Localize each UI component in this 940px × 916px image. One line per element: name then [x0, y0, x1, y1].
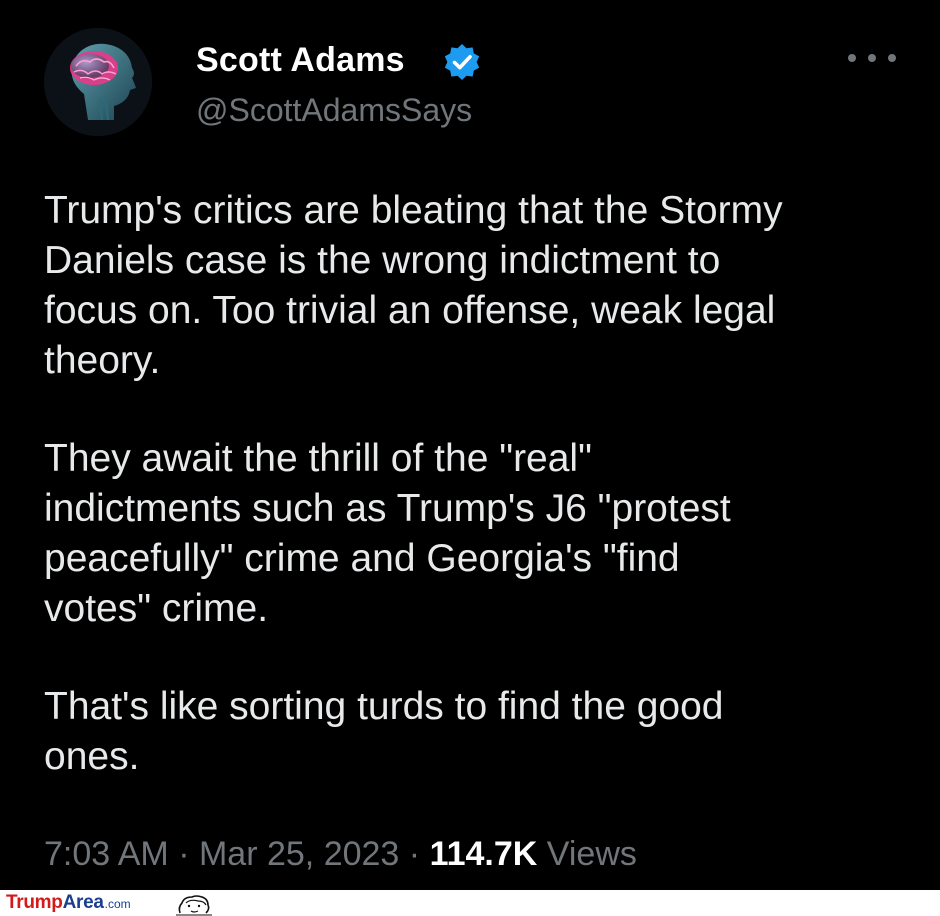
meta-separator: · [178, 835, 190, 873]
tweet-date[interactable]: Mar 25, 2023 [199, 835, 399, 873]
tweet-screenshot: Scott Adams @ScottAdamsSays Trump's crit… [0, 0, 940, 916]
watermark-logo: Trump Area .com [6, 892, 131, 914]
avatar[interactable] [44, 28, 152, 136]
tweet-text: Trump's critics are bleating that the St… [44, 186, 914, 782]
meta-separator: · [408, 835, 421, 873]
tweet-paragraph: Trump's critics are bleating that the St… [44, 189, 783, 382]
views-label: Views [546, 835, 637, 873]
more-options-button[interactable] [848, 42, 896, 74]
more-horizontal-icon-dot [868, 54, 876, 62]
tweet-time[interactable]: 7:03 AM [44, 835, 169, 873]
watermark-bar: Trump Area .com [0, 890, 940, 916]
watermark-suffix: .com [104, 897, 131, 911]
more-horizontal-icon-dot [888, 54, 896, 62]
tweet-paragraph: They await the thrill of the "real" indi… [44, 437, 731, 630]
verified-badge-icon [442, 42, 482, 82]
author-display-name[interactable]: Scott Adams [196, 38, 405, 82]
views-count[interactable]: 114.7K [430, 835, 538, 873]
author-handle[interactable]: @ScottAdamsSays [196, 90, 472, 130]
watermark-part2: Area [62, 892, 104, 913]
brain-profile-icon [44, 28, 152, 136]
watermark-part1: Trump [6, 892, 63, 913]
tweet-paragraph: That's like sorting turds to find the go… [44, 685, 724, 778]
more-horizontal-icon-dot [848, 54, 856, 62]
tweet-meta: 7:03 AM · Mar 25, 2023 · 114.7K Views [44, 830, 637, 878]
caricature-face-icon [174, 893, 218, 916]
